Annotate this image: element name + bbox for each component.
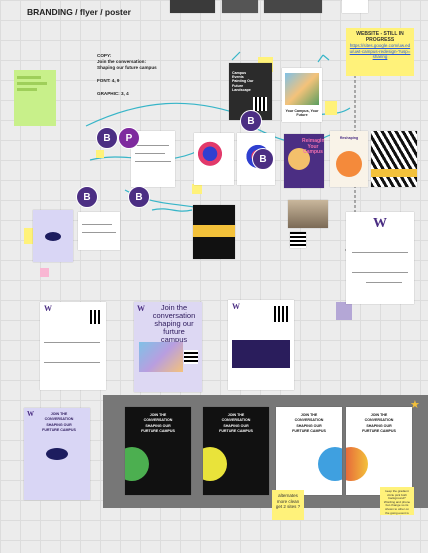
poster-line-3: SHAPING OUR [145, 424, 171, 428]
flyer-reimagine[interactable]: Reimagine Your Campus [284, 134, 324, 188]
poster-option-1[interactable]: JOIN THE CONVERSATION SHAPING OUR FURTUR… [125, 407, 191, 495]
poster-light-purple[interactable]: W JOIN THE CONVERSATION SHAPING OUR FURT… [24, 408, 90, 500]
uw-logo: W [44, 304, 52, 313]
alternates-note-text: alternates more clean get 2 sites ? [275, 493, 301, 509]
poster-line-4: FURTURE CAMPUS [292, 429, 326, 433]
sticky-note-right-feedback[interactable]: keep the gradient circle pick both backg… [380, 487, 414, 515]
poster-line-3: SHAPING OUR [296, 424, 322, 428]
flyer-campus-events-qr [253, 97, 267, 111]
graphic-spec: GRAPHIC: 3, 4 [97, 91, 129, 96]
flyer-black-yellow-band [193, 225, 235, 237]
sticky-note-small-2[interactable] [325, 101, 337, 115]
poster-line-3: SHAPING OUR [366, 424, 392, 428]
poster-line-4: FURTURE CAMPUS [362, 429, 396, 433]
flyer-uw-large[interactable]: W [346, 212, 414, 304]
qr-code [88, 310, 102, 324]
flyer-qr-1[interactable] [290, 232, 306, 248]
sticky-note-small-5[interactable] [192, 184, 202, 194]
poster-option-2[interactable]: JOIN THE CONVERSATION SHAPING OUR FURTUR… [203, 407, 269, 495]
eye-icon [45, 232, 61, 241]
collaborator-avatar[interactable]: B [128, 186, 150, 208]
poster-line-4: FURTURE CAMPUS [42, 428, 76, 432]
flyer-reshaping-circle [336, 151, 362, 177]
flyer-diagram-2[interactable] [78, 212, 120, 250]
flyer-uw-draft-2-photo [232, 340, 290, 368]
right-note-text: keep the gradient circle pick both backg… [383, 489, 411, 515]
flyer-reshaping[interactable]: Reshaping [330, 131, 368, 187]
copy-block: COPY: Join the conversation: Shaping our… [97, 53, 157, 97]
flyer-uw-draft-2[interactable]: W [228, 300, 294, 390]
gradient-circle [318, 447, 342, 481]
poster-line-1: JOIN THE [227, 413, 245, 417]
poster-line-2: CONVERSATION [294, 418, 324, 422]
flyer-your-campus[interactable]: Your Campus, Your Future [282, 68, 322, 122]
star-icon[interactable]: ★ [410, 398, 420, 411]
collaborator-avatar[interactable]: B [240, 110, 262, 132]
poster-line-4: FURTURE CAMPUS [141, 429, 175, 433]
poster-option-4[interactable]: JOIN THE CONVERSATION SHAPING OUR FURTUR… [346, 407, 412, 495]
flyer-stripes-band [371, 169, 417, 177]
flyer-uw-small-1[interactable] [33, 210, 73, 262]
flyer-join-conversation[interactable]: W Join the conversation shaping our furt… [134, 302, 202, 392]
collaborator-avatar[interactable]: B [252, 148, 274, 170]
flyer-abstract-1[interactable] [194, 133, 234, 185]
poster-line-4: FURTURE CAMPUS [219, 429, 253, 433]
website-note-heading: WEBSITE - STILL IN PROGRESS [356, 31, 404, 43]
poster-line-1: JOIN THE [370, 413, 388, 417]
gradient-circle [346, 447, 368, 481]
sticky-note-small-4[interactable] [96, 150, 104, 158]
collaborator-avatar[interactable]: B [76, 186, 98, 208]
uw-logo: W [232, 302, 240, 311]
flyer-black-yellow[interactable] [193, 205, 235, 259]
flyer-stripes[interactable] [371, 131, 417, 187]
flyer-campus-events-title: Campus Events Painting Our Future Landsc… [232, 71, 254, 92]
poster-line-1: JOIN THE [300, 413, 318, 417]
collaborator-avatar[interactable]: B [96, 127, 118, 149]
poster-option-3[interactable]: JOIN THE CONVERSATION SHAPING OUR FURTUR… [276, 407, 342, 495]
poster-line-1: JOIN THE [50, 412, 68, 416]
eye-icon [46, 448, 68, 460]
qr-code [272, 306, 288, 322]
poster-line-2: CONVERSATION [221, 418, 251, 422]
poster-line-2: CONVERSATION [364, 418, 394, 422]
flyer-reimagine-title: Reimagine Your Campus [302, 138, 324, 155]
poster-line-2: CONVERSATION [44, 417, 74, 421]
poster-line-2: CONVERSATION [143, 418, 173, 422]
flyer-join-conversation-art [139, 342, 183, 372]
gradient-circle [203, 447, 227, 481]
poster-line-3: SHAPING OUR [46, 423, 72, 427]
flyer-reshaping-title: Reshaping [339, 136, 359, 140]
sticky-note-pink-1[interactable] [40, 268, 49, 277]
flyer-your-campus-art [285, 73, 319, 105]
uw-logo: W [137, 304, 145, 313]
flyer-join-conversation-title: Join the conversation shaping our furtur… [152, 303, 196, 344]
website-note-link[interactable]: https://sites.google.com/uw.edu/uwt-camp… [349, 43, 411, 60]
flyer-your-campus-caption: Your Campus, Your Future [285, 109, 319, 118]
sticky-note-alternates[interactable]: alternates more clean get 2 sites ? [272, 490, 304, 520]
gradient-circle [125, 447, 149, 481]
sticky-note-website[interactable]: WEBSITE - STILL IN PROGRESS https://site… [346, 28, 414, 76]
collaborator-avatar[interactable]: P [118, 127, 140, 149]
sticky-note-green-left[interactable] [14, 70, 56, 126]
sticky-note-purple-1[interactable] [336, 302, 352, 320]
qr-code [184, 350, 198, 364]
poster-line-3: SHAPING OUR [223, 424, 249, 428]
uw-logo: W [27, 410, 34, 418]
uw-logo: W [373, 216, 387, 231]
poster-line-1: JOIN THE [149, 413, 167, 417]
copy-line-2: Shaping our future campus [97, 65, 157, 70]
flyer-uw-draft-1[interactable]: W [40, 302, 106, 390]
flyer-photo-1[interactable] [288, 200, 328, 228]
